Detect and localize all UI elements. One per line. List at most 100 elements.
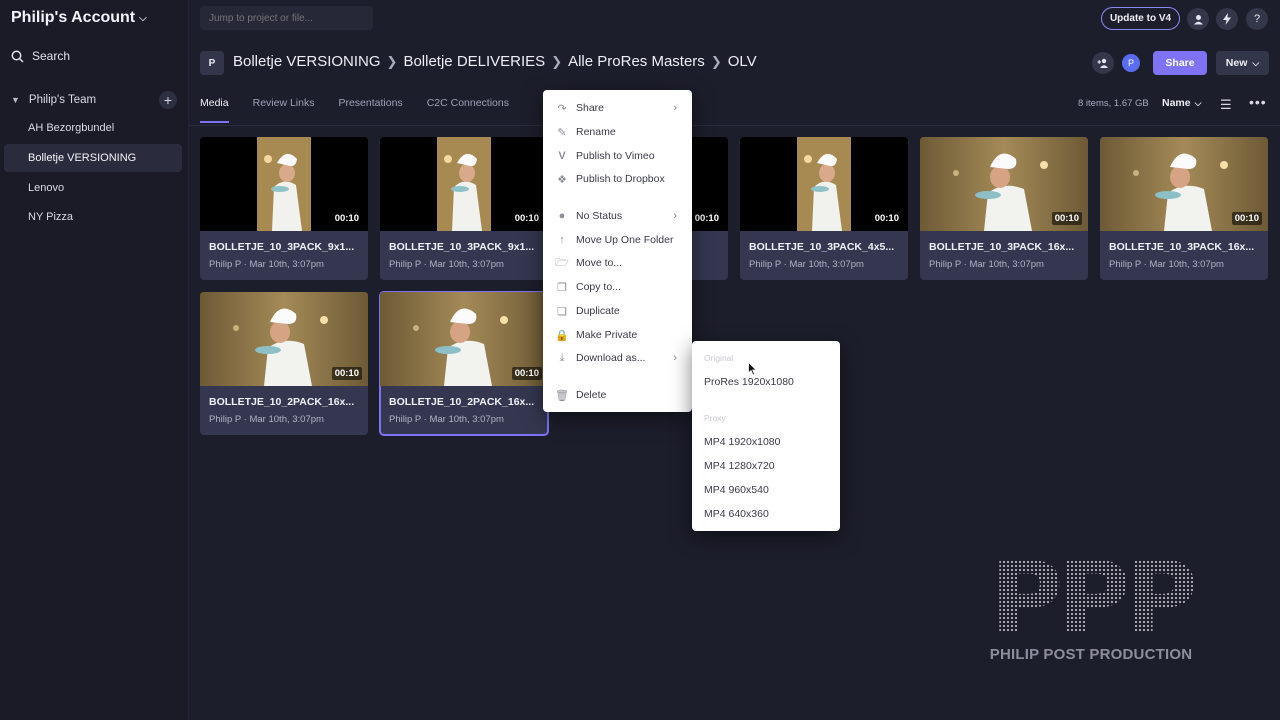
menu-item-share[interactable]: ↷ Share › [543, 98, 692, 118]
media-card[interactable]: 00:10 BOLLETJE_10_3PACK_9x1... Philip P · … [380, 137, 548, 280]
card-meta: Philip P · Mar 10th, 3:07pm [389, 414, 504, 425]
menu-item-delete[interactable]: 🗑 Delete [543, 385, 692, 405]
menu-item-copy-to[interactable]: ❐ Copy to... [543, 277, 692, 297]
add-project-icon[interactable]: + [159, 91, 177, 109]
submenu-header-original: Original [704, 353, 734, 363]
card-meta: Philip P · Mar 10th, 3:07pm [389, 259, 504, 270]
duration-badge: 00:10 [511, 212, 542, 225]
breadcrumb: Bolletje VERSIONING ❯ Bolletje DELIVERIE… [233, 53, 757, 70]
team-name: Philip's Team [28, 94, 97, 106]
watermark-letters: PPP [974, 549, 1208, 649]
menu-item-rename[interactable]: ✎ Rename [543, 122, 692, 142]
video-thumbnail[interactable]: 00:10 [200, 292, 368, 386]
user-icon[interactable] [1187, 8, 1209, 30]
avatar[interactable]: P [1120, 52, 1142, 74]
card-title: BOLLETJE_10_3PACK_16x... [1109, 241, 1255, 253]
menu-item-move-to[interactable]: 🗁 Move to... [543, 253, 692, 273]
list-view-icon[interactable]: ☰ [1220, 97, 1232, 113]
duration-badge: 00:10 [331, 212, 362, 225]
card-meta: Philip P · Mar 10th, 3:07pm [209, 259, 324, 270]
video-thumbnail[interactable]: 00:10 [380, 292, 548, 386]
update-button[interactable]: Update to V4 [1101, 7, 1180, 30]
media-card[interactable]: 00:10 BOLLETJE_10_2PACK_16x... Philip P · … [379, 291, 549, 436]
menu-item-publish-dropbox[interactable]: ❖ Publish to Dropbox [543, 169, 692, 189]
breadcrumb-item[interactable]: Bolletje DELIVERIES [403, 53, 545, 70]
download-mp4-1920[interactable]: MP4 1920x1080 [704, 436, 780, 448]
duration-badge: 00:10 [691, 212, 722, 225]
video-thumbnail[interactable]: 00:10 [1100, 137, 1268, 231]
download-mp4-640[interactable]: MP4 640x360 [704, 508, 769, 520]
download-submenu: Original ProRes 1920x1080 Proxy MP4 1920… [692, 341, 840, 531]
duration-badge: 00:10 [331, 367, 362, 380]
media-card[interactable]: 00:10 BOLLETJE_10_3PACK_4x5... Philip P · … [740, 137, 908, 280]
lightning-icon[interactable] [1216, 8, 1238, 30]
new-button[interactable]: New ⌵ [1216, 51, 1269, 75]
sidebar-item-bolletje-versioning[interactable]: Bolletje VERSIONING [4, 144, 182, 172]
video-thumbnail[interactable]: 00:10 [380, 137, 548, 231]
sort-dropdown[interactable]: Name ⌵ [1162, 97, 1201, 109]
watermark-logo: PPP PHILIP POST PRODUCTION [974, 549, 1208, 666]
breadcrumb-item-current: OLV [727, 53, 757, 70]
card-title: BOLLETJE_10_2PACK_16x... [209, 396, 355, 408]
card-meta: Philip P · Mar 10th, 3:07pm [209, 414, 324, 425]
chevron-right-icon: ❯ [710, 53, 722, 69]
media-card[interactable]: 00:10 BOLLETJE_10_2PACK_16x... Philip P · … [200, 292, 368, 435]
menu-item-duplicate[interactable]: ❏ Duplicate [543, 301, 692, 321]
download-prores-1920[interactable]: ProRes 1920x1080 [704, 376, 794, 388]
chevron-right-icon: › [673, 352, 677, 364]
tab-c2c-connections[interactable]: C2C Connections [427, 97, 509, 123]
help-icon[interactable]: ? [1246, 8, 1268, 30]
account-switcher[interactable]: Philip's Account ⌵ [11, 9, 147, 27]
chevron-down-icon: ⌵ [1252, 57, 1260, 68]
menu-item-make-private[interactable]: 🔒 Make Private [543, 325, 692, 345]
card-title: BOLLETJE_10_3PACK_9x1... [389, 241, 535, 253]
chevron-right-icon: › [673, 210, 677, 222]
card-meta: Philip P · Mar 10th, 3:07pm [1109, 259, 1224, 270]
context-menu: ↷ Share › ✎ Rename V Publish to Vimeo ❖ Publi… [543, 90, 692, 412]
tab-presentations[interactable]: Presentations [338, 97, 402, 123]
sidebar-item-lenovo[interactable]: Lenovo [4, 174, 182, 202]
more-options-icon[interactable]: ••• [1249, 94, 1267, 110]
media-card[interactable]: 00:10 BOLLETJE_10_3PACK_9x1... Philip P · … [200, 137, 368, 280]
search-icon [11, 50, 24, 63]
sidebar-search[interactable]: Search [11, 49, 70, 63]
search-label: Search [32, 49, 71, 63]
chevron-down-icon: ⌵ [1194, 97, 1202, 108]
watermark-text: PHILIP POST PRODUCTION [989, 646, 1193, 663]
media-card[interactable]: 00:10 BOLLETJE_10_3PACK_16x... Philip P · … [920, 137, 1088, 280]
menu-item-status[interactable]: ● No Status › [543, 206, 692, 226]
duration-badge: 00:10 [511, 367, 542, 380]
share-arrow-icon: ↷ [557, 102, 567, 115]
media-card[interactable]: 00:10 BOLLETJE_10_3PACK_16x... Philip P · … [1100, 137, 1268, 280]
add-user-icon[interactable] [1092, 52, 1114, 74]
vimeo-icon: V [558, 150, 566, 162]
sidebar-item-ny-pizza[interactable]: NY Pizza [4, 203, 182, 231]
lock-icon: 🔒 [555, 329, 569, 342]
pencil-icon: ✎ [557, 126, 567, 139]
menu-item-download[interactable]: ⤓ Download as... › [543, 348, 692, 368]
video-thumbnail[interactable]: 00:10 [740, 137, 908, 231]
download-icon: ⤓ [559, 351, 565, 364]
jump-search-input[interactable] [200, 6, 373, 30]
video-thumbnail[interactable]: 00:10 [920, 137, 1088, 231]
download-mp4-1280[interactable]: MP4 1280x720 [704, 460, 775, 472]
dropbox-icon: ❖ [557, 173, 567, 186]
menu-item-publish-vimeo[interactable]: V Publish to Vimeo [543, 146, 692, 166]
download-mp4-960[interactable]: MP4 960x540 [704, 484, 769, 496]
tab-review-links[interactable]: Review Links [253, 97, 315, 123]
status-dot-icon: ● [558, 210, 566, 222]
chevron-right-icon: ❯ [386, 53, 398, 69]
share-button[interactable]: Share [1153, 51, 1207, 75]
team-header[interactable]: ▼ Philip's Team + [11, 91, 177, 109]
video-thumbnail[interactable]: 00:10 [200, 137, 368, 231]
breadcrumb-item[interactable]: Alle ProRes Masters [568, 53, 705, 70]
breadcrumb-item[interactable]: Bolletje VERSIONING [233, 53, 381, 70]
tab-media[interactable]: Media [200, 97, 229, 123]
card-title: BOLLETJE_10_3PACK_4x5... [749, 241, 895, 253]
tabs: Media Review Links Presentations C2C Con… [200, 97, 509, 123]
menu-item-move-up[interactable]: ↑ Move Up One Folder [543, 230, 692, 250]
card-title: BOLLETJE_10_3PACK_16x... [929, 241, 1075, 253]
arrow-up-icon: ↑ [559, 234, 565, 246]
sidebar-item-ah-bezorgbundel[interactable]: AH Bezorgbundel [4, 114, 182, 142]
duration-badge: 00:10 [871, 212, 902, 225]
